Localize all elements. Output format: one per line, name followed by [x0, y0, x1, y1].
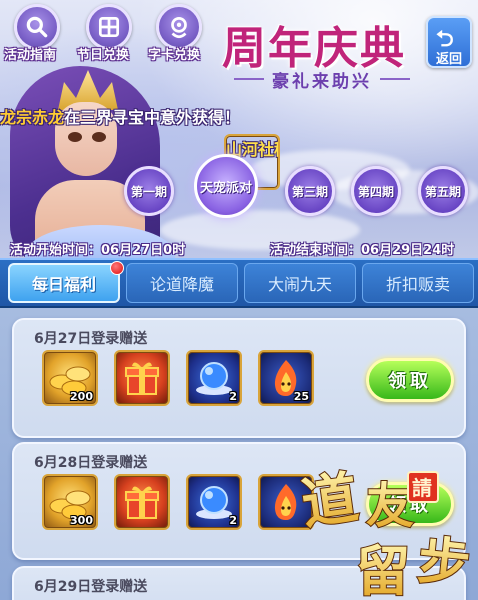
announcement-end: ！: [224, 108, 241, 127]
activity-start-time: 活动开始时间：06月27日0时: [10, 243, 186, 258]
scrolling-announcement: 龙宗赤龙在三界寻宝中意外获得山河社稷图碎片三x1！: [0, 104, 478, 190]
gift-box-item[interactable]: [114, 474, 170, 530]
period-5-label: 第五期: [424, 184, 461, 199]
back-button[interactable]: ⮌ 返回: [426, 16, 472, 68]
tab-discount[interactable]: 折扣贩卖: [362, 263, 474, 303]
emblem-icon: [171, 16, 187, 39]
period-2-label: 天宠派对: [199, 180, 252, 196]
festival-exchange-label: 节日兑换: [77, 48, 130, 63]
item-count: 2: [229, 514, 237, 527]
event-subtitle-box: 豪礼来助兴: [234, 66, 410, 92]
character-illustration: [0, 40, 175, 265]
activity-end-time: 活动结束时间：06月29日24时: [270, 243, 455, 258]
back-label: 返回: [435, 52, 462, 67]
grid-icon: [98, 16, 120, 38]
fire-spirit-item[interactable]: 25: [258, 350, 314, 406]
period-3-label: 第三期: [291, 184, 328, 199]
tab-taoism[interactable]: 论道降魔: [126, 263, 238, 303]
tab-heaven[interactable]: 大闹九天: [244, 263, 356, 303]
notification-dot: [110, 261, 124, 275]
period-4-button[interactable]: 第四期: [351, 166, 401, 216]
item-count: 300: [70, 514, 93, 527]
search-icon: [26, 16, 48, 38]
gold-ingot-item[interactable]: 200: [42, 350, 98, 406]
guide-label: 活动指南: [4, 48, 57, 63]
event-subtitle: 豪礼来助兴: [272, 71, 372, 92]
daoyou-liubu-logo: 道 友 留 步 請: [300, 463, 474, 598]
period-1-button[interactable]: 第一期: [124, 166, 174, 216]
tab-bar: 每日福利 论道降魔 大闹九天 折扣贩卖: [0, 258, 478, 308]
period-1-label: 第一期: [130, 184, 167, 199]
tab-daily-welfare[interactable]: 每日福利: [8, 261, 124, 303]
claim-button[interactable]: 领取: [366, 358, 454, 402]
gift-box-item[interactable]: [114, 350, 170, 406]
period-2-button[interactable]: 天宠派对: [194, 154, 258, 218]
blue-orb-item[interactable]: 2: [186, 474, 242, 530]
svg-text:步: 步: [415, 530, 473, 596]
tab-label: 折扣贩卖: [385, 275, 450, 294]
period-4-label: 第四期: [357, 184, 394, 199]
reward-card-title: 6月27日登录赠送: [34, 331, 148, 347]
blue-orb-item[interactable]: 2: [186, 350, 242, 406]
claim-label: 领取: [388, 371, 432, 392]
announcement-player: 龙宗赤龙: [0, 108, 65, 127]
svg-text:道: 道: [300, 464, 362, 537]
tab-label: 每日福利: [31, 275, 96, 294]
seal-text: 請: [412, 476, 432, 500]
gift-box-icon: [125, 486, 159, 519]
tab-label: 大闹九天: [267, 275, 332, 294]
period-3-button[interactable]: 第三期: [285, 166, 335, 216]
card-exchange-label: 字卡兑换: [148, 48, 201, 63]
reward-card-title: 6月28日登录赠送: [34, 455, 148, 471]
gift-box-icon: [125, 362, 159, 395]
item-count: 25: [293, 390, 309, 403]
period-5-button[interactable]: 第五期: [418, 166, 468, 216]
tab-label: 论道降魔: [149, 275, 214, 294]
reward-card: 6月27日登录赠送 200 2 25 领取: [12, 318, 466, 438]
svg-text:留: 留: [356, 539, 410, 598]
svg-text:友: 友: [366, 478, 414, 534]
item-count: 2: [229, 390, 237, 403]
announcement-text: 在三界寻宝中意外获得: [64, 108, 225, 127]
reward-card-title: 6月29日登录赠送: [34, 579, 148, 595]
gold-ingot-item[interactable]: 300: [42, 474, 98, 530]
item-count: 200: [70, 390, 93, 403]
